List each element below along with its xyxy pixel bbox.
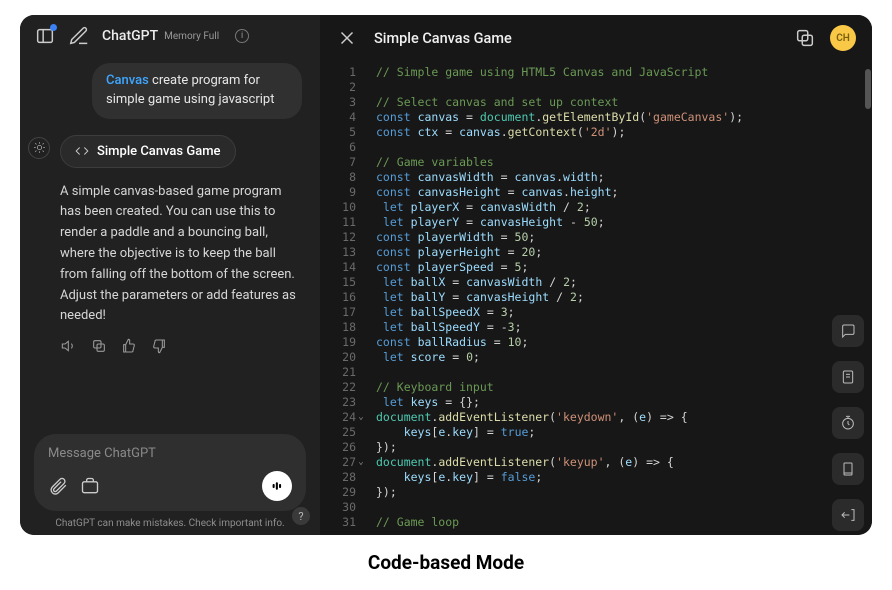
copy-code-icon[interactable] <box>794 27 816 49</box>
notification-dot <box>50 24 57 31</box>
line-gutter: 123456789101112131415161718192021222324⌄… <box>320 65 364 535</box>
new-chat-icon[interactable] <box>68 25 90 47</box>
thumbs-up-icon[interactable] <box>120 337 138 355</box>
voice-send-button[interactable] <box>262 471 292 501</box>
chat-body: Canvas create program for simple game us… <box>20 53 320 426</box>
user-message-row: Canvas create program for simple game us… <box>38 63 302 119</box>
assistant-row: Simple Canvas Game A simple canvas-based… <box>38 135 302 356</box>
attach-icon[interactable] <box>48 476 68 496</box>
chat-title[interactable]: ChatGPT <box>102 28 158 44</box>
canvas-header: Simple Canvas Game CH <box>320 15 872 61</box>
user-msg-highlight: Canvas <box>106 73 149 88</box>
message-actions <box>60 337 302 355</box>
scrollbar[interactable] <box>865 69 871 109</box>
canvas-title: Simple Canvas Game <box>374 30 778 47</box>
disclaimer: ChatGPT can make mistakes. Check importa… <box>20 515 320 535</box>
code-content: // Simple game using HTML5 Canvas and Ja… <box>364 65 872 535</box>
user-avatar[interactable]: CH <box>830 25 856 51</box>
expand-tool-icon[interactable] <box>832 499 864 531</box>
composer[interactable]: Message ChatGPT <box>34 434 306 511</box>
composer-input[interactable]: Message ChatGPT <box>48 444 292 463</box>
floating-tool-rail <box>832 315 864 531</box>
help-button[interactable]: ? <box>292 507 310 525</box>
memory-badge: Memory Full <box>164 31 219 42</box>
assistant-avatar-icon <box>28 137 50 159</box>
tools-icon[interactable] <box>80 476 100 496</box>
assistant-message: A simple canvas-based game program has b… <box>60 182 302 328</box>
chat-panel: ChatGPT Memory Full i Canvas create prog… <box>20 15 320 535</box>
composer-wrap: Message ChatGPT <box>20 426 320 515</box>
code-editor[interactable]: 123456789101112131415161718192021222324⌄… <box>320 61 872 535</box>
assistant-content: Simple Canvas Game A simple canvas-based… <box>60 135 302 356</box>
history-tool-icon[interactable] <box>832 407 864 439</box>
close-canvas-icon[interactable] <box>336 27 358 49</box>
canvas-panel: Simple Canvas Game CH 123456789101112131… <box>320 15 872 535</box>
composer-row <box>48 471 292 501</box>
sidebar-toggle-icon[interactable] <box>34 25 56 47</box>
user-message: Canvas create program for simple game us… <box>92 63 302 119</box>
thumbs-down-icon[interactable] <box>150 337 168 355</box>
edit-tool-icon[interactable] <box>832 361 864 393</box>
figure-caption: Code-based Mode <box>368 551 524 574</box>
chat-header: ChatGPT Memory Full i <box>20 15 320 53</box>
info-icon[interactable]: i <box>235 29 249 43</box>
code-icon <box>75 144 89 158</box>
save-tool-icon[interactable] <box>832 453 864 485</box>
canvas-artifact-chip[interactable]: Simple Canvas Game <box>60 135 236 168</box>
composer-left <box>48 476 100 496</box>
read-aloud-icon[interactable] <box>60 337 78 355</box>
canvas-chip-label: Simple Canvas Game <box>97 144 221 159</box>
canvas-header-right: CH <box>794 25 856 51</box>
app-window: ChatGPT Memory Full i Canvas create prog… <box>20 15 872 535</box>
comment-tool-icon[interactable] <box>832 315 864 347</box>
copy-icon[interactable] <box>90 337 108 355</box>
